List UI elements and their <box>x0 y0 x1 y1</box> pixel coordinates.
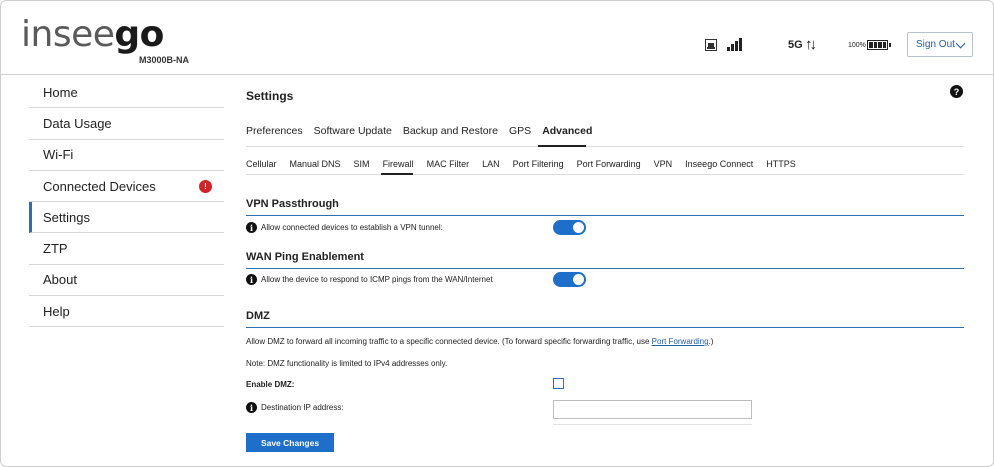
tabs-divider <box>246 145 964 147</box>
battery-percent: 100% <box>848 42 866 49</box>
dmz-section-divider <box>246 327 964 328</box>
sidebar: Home Data Usage Wi-Fi Connected Devices!… <box>29 77 224 328</box>
sign-out-button[interactable]: Sign Out <box>907 32 973 57</box>
subtab-mac-filter[interactable]: MAC Filter <box>427 159 470 169</box>
subtab-lan[interactable]: LAN <box>482 159 500 169</box>
subtab-manual-dns[interactable]: Manual DNS <box>290 159 341 169</box>
sidebar-item-about[interactable]: About <box>29 265 224 297</box>
sidebar-item-home[interactable]: Home <box>29 77 224 109</box>
tab-advanced[interactable]: Advanced <box>542 125 592 137</box>
dmz-description: Allow DMZ to forward all incoming traffi… <box>246 337 713 346</box>
sidebar-item-ztp[interactable]: ZTP <box>29 233 224 265</box>
destination-ip-row: i Destination IP address: <box>246 402 344 413</box>
active-subtab-indicator <box>381 173 413 175</box>
wan-ping-description-row: i Allow the device to respond to ICMP pi… <box>246 274 493 285</box>
subtab-vpn[interactable]: VPN <box>654 159 673 169</box>
advanced-subtabs: Cellular Manual DNS SIM Firewall MAC Fil… <box>246 159 809 169</box>
device-model: M3000B-NA <box>139 55 190 65</box>
battery-full-icon <box>867 40 891 50</box>
vpn-description: Allow connected devices to establish a V… <box>261 223 443 232</box>
ethernet-icon <box>705 39 717 51</box>
sidebar-item-label: Help <box>43 303 70 319</box>
port-forwarding-link[interactable]: Port Forwarding <box>652 337 709 346</box>
subtab-inseego-connect[interactable]: Inseego Connect <box>685 159 753 169</box>
tab-software-update[interactable]: Software Update <box>314 125 392 137</box>
destination-ip-input[interactable] <box>553 400 752 419</box>
destination-ip-label: Destination IP address: <box>261 403 344 412</box>
tab-gps[interactable]: GPS <box>509 125 531 137</box>
sidebar-item-label: Home <box>43 84 78 100</box>
info-icon[interactable]: i <box>246 222 257 233</box>
active-tab-indicator <box>538 145 586 147</box>
logo-text: insee <box>21 14 115 55</box>
data-transfer-icon: ↑↓ <box>805 36 817 53</box>
vpn-section-title: VPN Passthrough <box>246 198 339 210</box>
sign-out-label: Sign Out <box>916 39 955 50</box>
subtab-sim[interactable]: SIM <box>354 159 370 169</box>
input-divider <box>553 424 752 425</box>
dmz-section-title: DMZ <box>246 310 270 322</box>
chevron-down-icon <box>955 38 966 49</box>
network-type: 5G <box>788 39 803 51</box>
sidebar-item-connected-devices[interactable]: Connected Devices! <box>29 171 224 203</box>
sidebar-item-settings[interactable]: Settings <box>29 202 224 234</box>
sidebar-item-label: Wi-Fi <box>43 147 74 163</box>
sidebar-item-label: Settings <box>43 209 90 225</box>
vpn-description-row: i Allow connected devices to establish a… <box>246 222 443 233</box>
tab-backup-restore[interactable]: Backup and Restore <box>403 125 498 137</box>
save-changes-button[interactable]: Save Changes <box>246 433 334 452</box>
signal-bars-icon <box>727 37 745 51</box>
enable-dmz-label: Enable DMZ: <box>246 380 295 389</box>
wan-ping-description: Allow the device to respond to ICMP ping… <box>261 275 493 284</box>
sidebar-item-label: Connected Devices <box>43 178 156 194</box>
subtabs-divider <box>246 173 964 175</box>
header: inseego M3000B-NA 5G ↑↓ 100% Sign Out <box>1 1 993 75</box>
subtab-port-filtering[interactable]: Port Filtering <box>513 159 564 169</box>
sidebar-item-label: Data Usage <box>43 115 112 131</box>
wan-ping-toggle[interactable] <box>553 272 586 287</box>
page-title: Settings <box>246 89 294 103</box>
inseego-logo[interactable]: inseego <box>21 15 164 55</box>
wan-ping-section-divider <box>246 268 964 269</box>
enable-dmz-checkbox[interactable] <box>553 378 564 389</box>
vpn-section-divider <box>246 215 964 216</box>
sidebar-item-label: ZTP <box>43 241 68 257</box>
subtab-port-forwarding[interactable]: Port Forwarding <box>577 159 641 169</box>
dmz-description-text: Allow DMZ to forward all incoming traffi… <box>246 337 652 346</box>
dmz-note: Note: DMZ functionality is limited to IP… <box>246 359 448 368</box>
sidebar-item-help[interactable]: Help <box>29 296 224 328</box>
tab-preferences[interactable]: Preferences <box>246 125 303 137</box>
info-icon[interactable]: i <box>246 402 257 413</box>
wan-ping-section-title: WAN Ping Enablement <box>246 251 364 263</box>
subtab-cellular[interactable]: Cellular <box>246 159 277 169</box>
vpn-passthrough-toggle[interactable] <box>553 220 586 235</box>
alert-badge: ! <box>199 179 212 193</box>
logo-accent-text: go <box>114 14 164 55</box>
subtab-firewall[interactable]: Firewall <box>383 159 414 169</box>
sidebar-item-label: About <box>43 272 77 288</box>
sidebar-item-wifi[interactable]: Wi-Fi <box>29 140 224 171</box>
info-icon[interactable]: i <box>246 274 257 285</box>
app-window: inseego M3000B-NA 5G ↑↓ 100% Sign Out Ho… <box>0 0 994 467</box>
subtab-https[interactable]: HTTPS <box>766 159 796 169</box>
sidebar-item-data-usage[interactable]: Data Usage <box>29 108 224 140</box>
dmz-description-end: .) <box>708 337 714 346</box>
settings-tabs: Preferences Software Update Backup and R… <box>246 125 603 137</box>
help-icon[interactable]: ? <box>950 85 963 98</box>
